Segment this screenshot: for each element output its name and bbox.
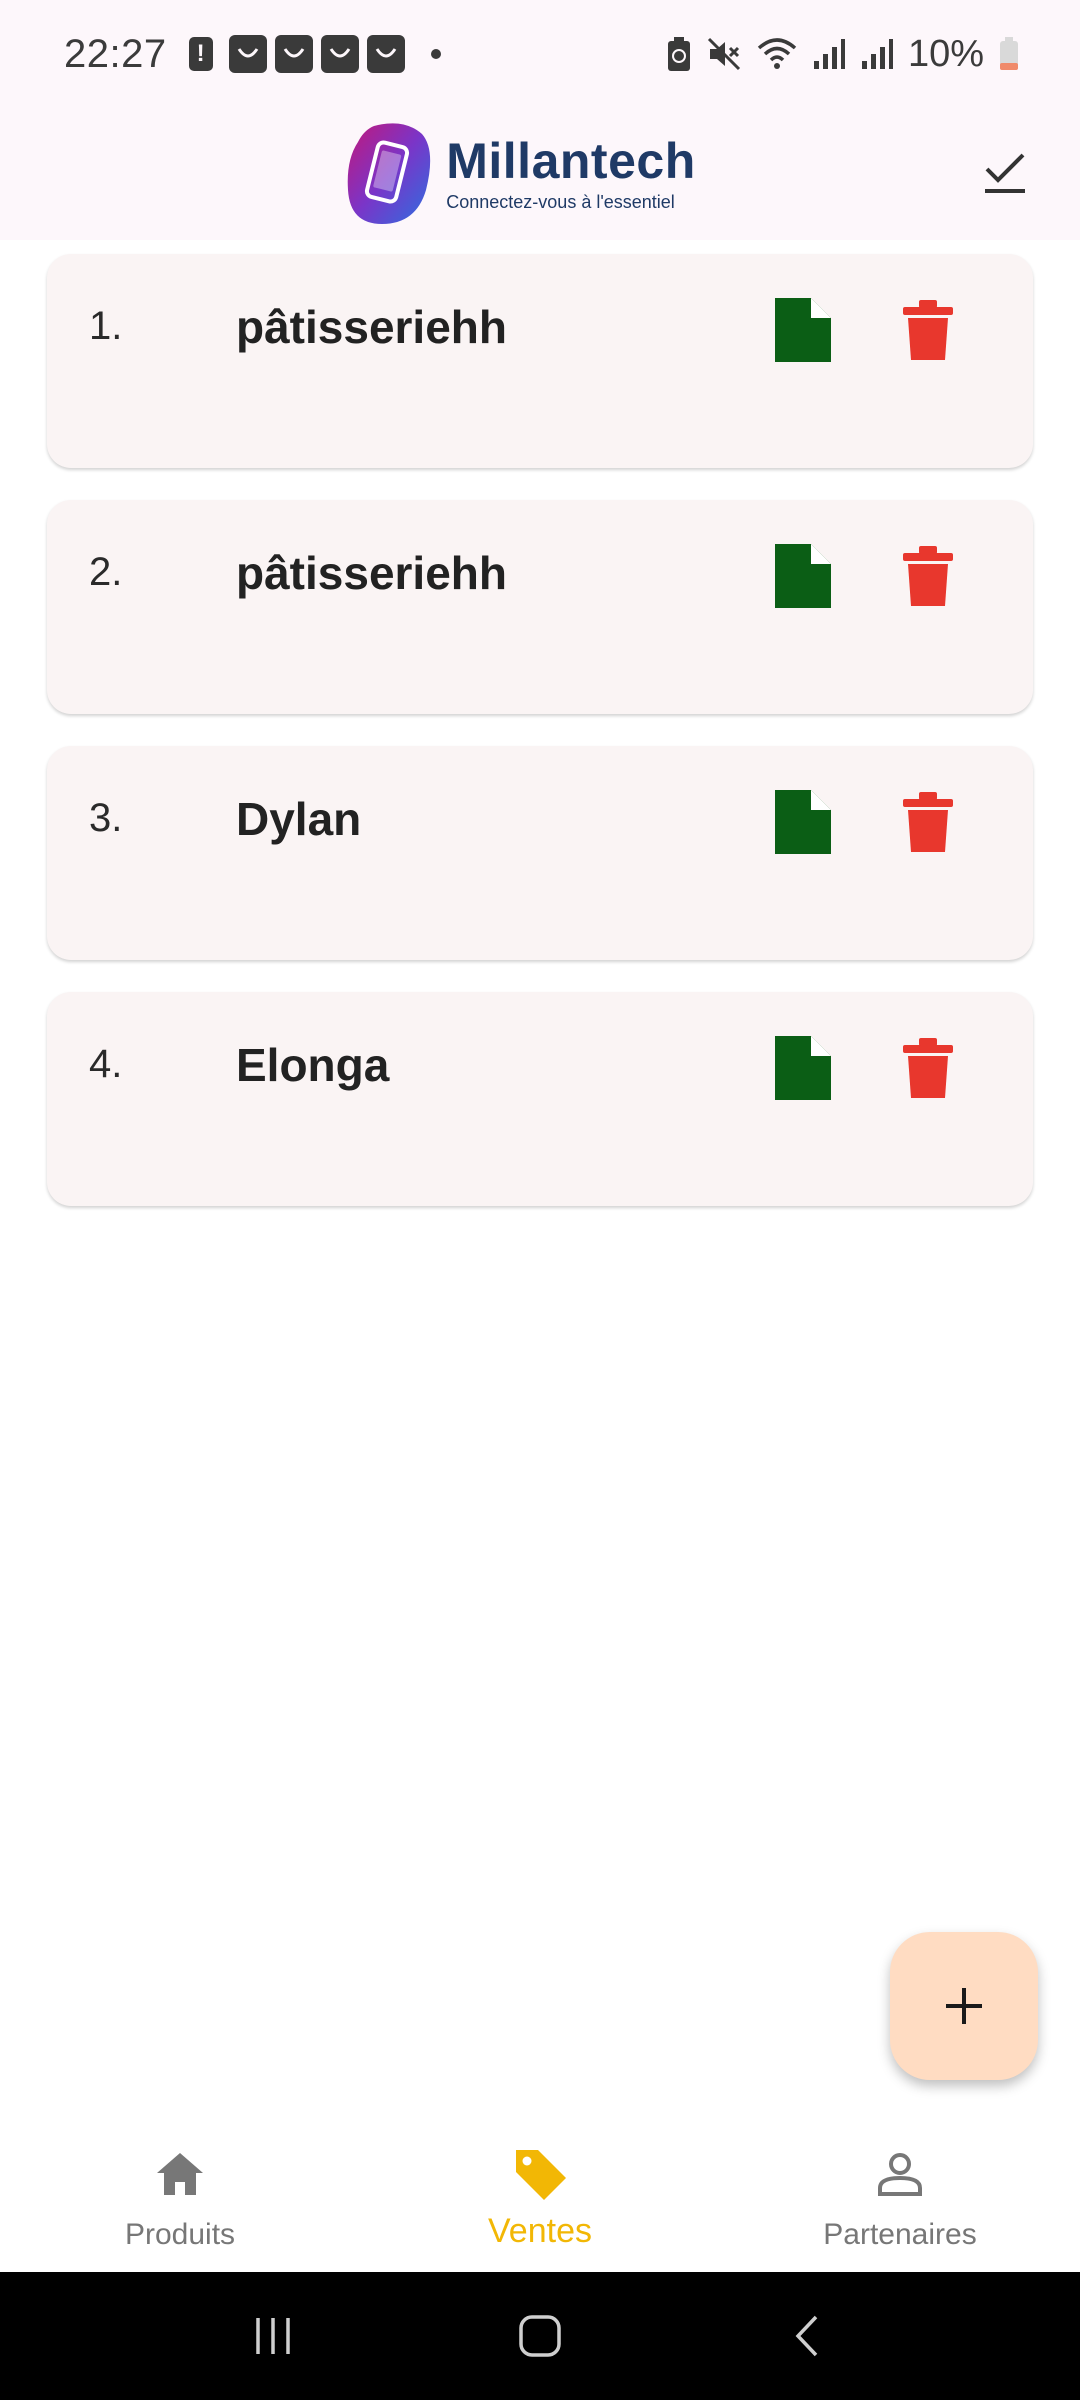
item-name: Elonga — [236, 1039, 390, 1091]
battery-icon — [1000, 37, 1018, 70]
screen: 22:27 ! 10% Millantech Connectez-vous à … — [0, 0, 1080, 2400]
document-icon[interactable] — [775, 544, 831, 608]
item-name: pâtisseriehh — [236, 301, 507, 353]
list-item[interactable]: 1. pâtisseriehh — [47, 254, 1033, 468]
person-icon — [878, 2153, 922, 2196]
wifi-icon — [757, 38, 797, 69]
recent-apps-icon — [256, 2318, 291, 2354]
document-icon[interactable] — [775, 1036, 831, 1100]
signal-icon — [813, 39, 845, 69]
back-button[interactable] — [767, 2301, 847, 2371]
list-item[interactable]: 3. Dylan — [47, 746, 1033, 960]
nav-label: Ventes — [488, 2212, 592, 2250]
notification-icons: ! — [188, 35, 441, 73]
trash-icon[interactable] — [903, 300, 953, 360]
shopping-bag-icon — [366, 35, 405, 73]
recent-apps-button[interactable] — [233, 2301, 313, 2371]
document-icon[interactable] — [775, 298, 831, 362]
checkmark-icon — [985, 153, 1025, 193]
item-name: pâtisseriehh — [236, 547, 507, 599]
home-square-icon — [519, 2315, 561, 2357]
status-bar: 22:27 ! 10% — [0, 0, 1080, 108]
trash-icon[interactable] — [903, 792, 953, 852]
list-item[interactable]: 2. pâtisseriehh — [47, 500, 1033, 714]
app-name: Millantech — [446, 132, 696, 189]
phone-logo-icon — [347, 123, 431, 224]
battery-saver-icon — [667, 37, 690, 71]
more-notifications-dot — [430, 49, 441, 59]
add-button[interactable] — [890, 1932, 1038, 2080]
mute-icon — [707, 37, 740, 71]
trash-icon[interactable] — [903, 1038, 953, 1098]
alert-icon: ! — [188, 37, 213, 71]
back-chevron-icon — [795, 2315, 817, 2357]
nav-label: Partenaires — [823, 2218, 977, 2251]
nav-produits[interactable]: Produits — [0, 2108, 360, 2272]
document-icon[interactable] — [775, 790, 831, 854]
trash-icon[interactable] — [903, 546, 953, 606]
shopping-bag-icon — [228, 35, 267, 73]
item-index: 4. — [89, 1042, 123, 1086]
item-name: Dylan — [236, 793, 362, 845]
plus-icon — [946, 1988, 982, 2024]
shopping-bag-icon — [320, 35, 359, 73]
home-icon — [157, 2153, 203, 2195]
app-tagline: Connectez-vous à l'essentiel — [446, 191, 675, 212]
tag-icon — [516, 2150, 566, 2200]
nav-ventes[interactable]: Ventes — [360, 2108, 720, 2272]
shopping-bag-icon — [274, 35, 313, 73]
nav-label: Produits — [124, 2218, 236, 2251]
app-logo: Millantech Connectez-vous à l'essentiel — [344, 120, 695, 228]
signal-icon — [861, 39, 893, 69]
home-button[interactable] — [500, 2301, 580, 2371]
nav-partenaires[interactable]: Partenaires — [720, 2108, 1080, 2272]
system-navigation-bar — [0, 2272, 1080, 2400]
status-right-icons: 10% — [666, 33, 1020, 76]
list-item[interactable]: 4. Elonga — [47, 992, 1033, 1206]
battery-percent: 10% — [907, 32, 984, 75]
item-index: 2. — [89, 550, 123, 594]
validate-button[interactable] — [970, 138, 1040, 208]
item-index: 1. — [89, 304, 123, 348]
app-header: Millantech Connectez-vous à l'essentiel — [0, 108, 1080, 240]
item-index: 3. — [89, 796, 123, 840]
status-time: 22:27 — [64, 31, 167, 76]
sales-list: 1. pâtisseriehh 2. pâtisseriehh 3. Dylan — [47, 254, 1033, 1238]
bottom-navigation: Produits Ventes Partenaires — [0, 2108, 1080, 2272]
